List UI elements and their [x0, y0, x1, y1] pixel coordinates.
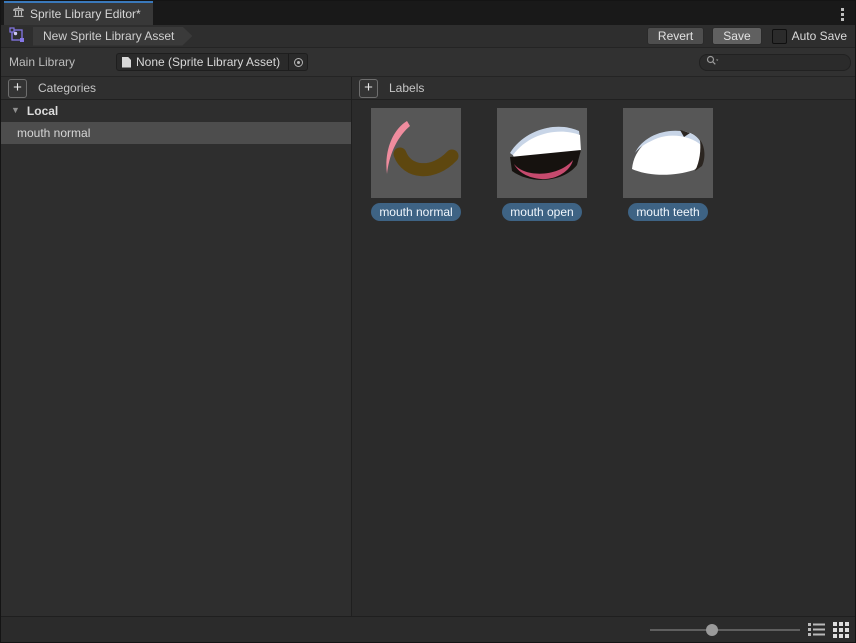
auto-save-checkbox[interactable] — [772, 29, 787, 44]
label-pill[interactable]: mouth normal — [371, 203, 460, 221]
revert-button[interactable]: Revert — [647, 27, 704, 45]
list-view-icon[interactable] — [807, 621, 825, 639]
label-pill[interactable]: mouth open — [502, 203, 581, 221]
main-library-object-field[interactable]: None (Sprite Library Asset) — [116, 53, 308, 71]
category-group-local[interactable]: ▼ Local — [1, 100, 351, 122]
main-library-row: Main Library None (Sprite Library Asset) — [1, 48, 855, 77]
categories-panel: + Categories ▼ Local mouth normal — [1, 77, 351, 616]
label-item-mouth-normal[interactable]: mouth normal — [369, 108, 463, 221]
add-label-button[interactable]: + — [359, 79, 378, 98]
asset-file-icon — [122, 57, 131, 68]
sprite-thumbnail-mouth-normal[interactable] — [371, 108, 461, 198]
sprite-thumbnail-mouth-teeth[interactable] — [623, 108, 713, 198]
add-category-button[interactable]: + — [8, 79, 27, 98]
sprite-library-editor-window: Sprite Library Editor* New Sprite Librar… — [0, 0, 856, 643]
bottom-bar — [1, 616, 855, 642]
slider-handle[interactable] — [706, 624, 718, 636]
categories-title: Categories — [38, 81, 96, 95]
label-pill[interactable]: mouth teeth — [628, 203, 707, 221]
categories-header: + Categories — [1, 77, 351, 100]
kebab-menu-icon[interactable] — [839, 6, 846, 23]
label-item-mouth-open[interactable]: mouth open — [495, 108, 589, 221]
labels-header: + Labels — [352, 77, 855, 100]
label-item-mouth-teeth[interactable]: mouth teeth — [621, 108, 715, 221]
breadcrumb-label: New Sprite Library Asset — [43, 29, 174, 43]
magnifier-icon — [706, 55, 719, 69]
slider-track[interactable] — [650, 629, 800, 631]
grid-view-icon[interactable] — [832, 621, 850, 639]
panels: + Categories ▼ Local mouth normal + Labe… — [1, 77, 855, 616]
main-library-label: Main Library — [9, 55, 116, 69]
foldout-arrow-icon[interactable]: ▼ — [11, 105, 20, 115]
thumbnail-size-slider[interactable] — [650, 623, 800, 637]
object-field-value: None (Sprite Library Asset) — [136, 55, 280, 69]
sprite-library-asset-icon — [9, 27, 25, 46]
category-item-mouth-normal[interactable]: mouth normal — [1, 122, 351, 144]
breadcrumb[interactable]: New Sprite Library Asset — [33, 27, 192, 46]
labels-grid: mouth normal mouth open — [352, 100, 855, 616]
sprite-library-window-icon — [12, 6, 25, 22]
category-group-name: Local — [27, 104, 58, 118]
tab-sprite-library-editor[interactable]: Sprite Library Editor* — [4, 1, 153, 25]
toolbar: New Sprite Library Asset Revert Save Aut… — [1, 25, 855, 48]
search-field[interactable] — [699, 54, 851, 71]
auto-save-label: Auto Save — [792, 29, 847, 43]
categories-list: ▼ Local mouth normal — [1, 100, 351, 616]
category-item-name: mouth normal — [17, 126, 90, 140]
labels-panel: + Labels mouth normal — [352, 77, 855, 616]
tab-bar: Sprite Library Editor* — [1, 1, 855, 25]
search-input[interactable] — [722, 55, 844, 69]
tab-title: Sprite Library Editor* — [30, 7, 141, 21]
save-button[interactable]: Save — [712, 27, 761, 45]
sprite-thumbnail-mouth-open[interactable] — [497, 108, 587, 198]
labels-title: Labels — [389, 81, 424, 95]
object-picker-icon[interactable] — [288, 54, 307, 70]
